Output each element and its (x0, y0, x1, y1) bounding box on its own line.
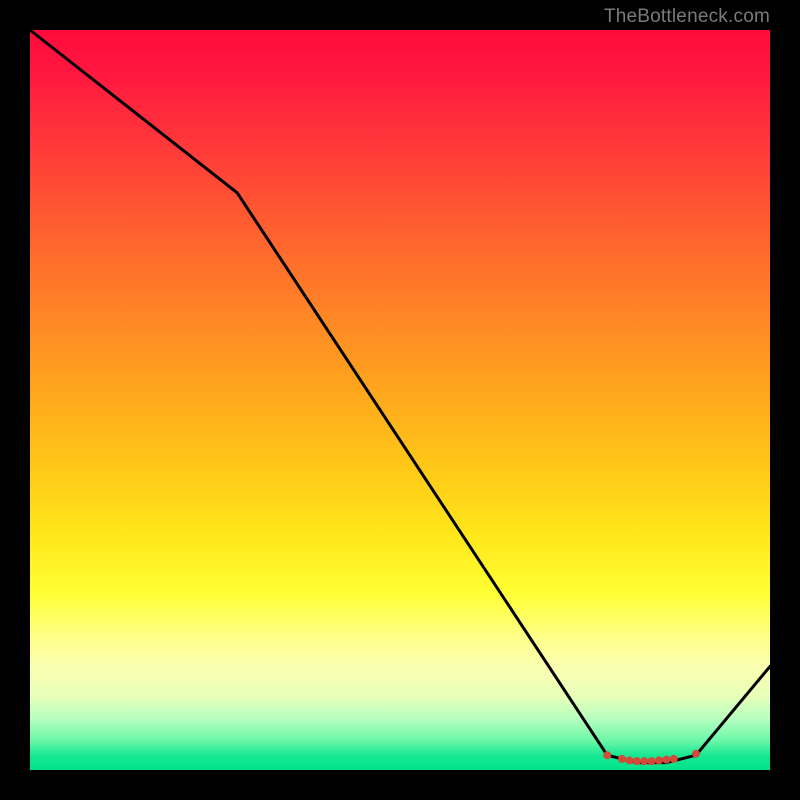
valley-marker (662, 756, 670, 764)
line-series (30, 30, 770, 763)
valley-marker (625, 756, 633, 764)
valley-marker (670, 755, 678, 763)
valley-marker (640, 757, 648, 765)
valley-marker (633, 757, 641, 765)
valley-marker (648, 757, 656, 765)
watermark-text: TheBottleneck.com (604, 6, 770, 28)
valley-marker (655, 756, 663, 764)
valley-marker (603, 751, 611, 759)
bottleneck-curve (30, 30, 770, 763)
valley-marker (618, 755, 626, 763)
chart-frame: TheBottleneck.com (0, 0, 800, 800)
chart-svg (30, 30, 770, 770)
valley-marker (692, 750, 700, 758)
